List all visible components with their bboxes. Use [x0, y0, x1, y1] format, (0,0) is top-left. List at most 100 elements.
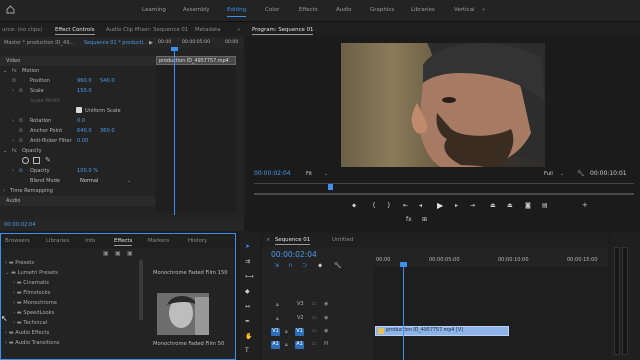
mark-out-icon[interactable]: }: [387, 202, 391, 209]
selection-tool-icon[interactable]: ➤: [245, 243, 250, 250]
workspace-graphics[interactable]: Graphics: [370, 7, 394, 13]
position-y-value[interactable]: 540.0: [100, 78, 115, 84]
comparison-view-icon[interactable]: ▤: [542, 202, 548, 209]
sequence-label[interactable]: Sequence 01 * producti...: [84, 40, 148, 46]
ec-timecode[interactable]: 00:00:02:04: [4, 222, 36, 228]
lift-icon[interactable]: ⏏: [490, 202, 496, 209]
step-forward-icon[interactable]: ▸: [455, 202, 458, 209]
ec-clip-bar[interactable]: production ID_4957757.mp4: [156, 56, 236, 65]
chevron-down-icon[interactable]: ⌄: [3, 148, 7, 154]
ec-playhead-handle[interactable]: [171, 47, 178, 51]
extract-icon[interactable]: ⏏: [507, 202, 513, 209]
uniform-scale-checkbox[interactable]: [76, 107, 82, 113]
source-patch-a1[interactable]: A1: [271, 341, 280, 349]
chevron-down-icon[interactable]: ⌄: [3, 68, 7, 74]
panel-menu-icon[interactable]: »: [237, 27, 240, 33]
ec-playhead[interactable]: [174, 47, 175, 215]
track-select-tool-icon[interactable]: ⇉: [245, 258, 250, 265]
tree-item-speedlooks[interactable]: › ▬ SpeedLooks: [13, 310, 54, 320]
more-workspaces-icon[interactable]: »: [482, 7, 485, 13]
workspace-editing[interactable]: Editing: [227, 7, 247, 17]
slip-tool-icon[interactable]: ↔: [245, 303, 250, 310]
antiflicker-value[interactable]: 0.00: [77, 138, 88, 144]
tree-item-lumetri-presets[interactable]: ⌄ ▬ Lumetri Presets: [5, 270, 58, 280]
close-tab-icon[interactable]: ×: [266, 237, 271, 243]
hand-tool-icon[interactable]: ✋: [245, 333, 252, 340]
track-lock-icon[interactable]: 🔒︎: [276, 302, 279, 308]
tab-sequence-01[interactable]: Sequence 01: [275, 237, 311, 245]
track-a1-name[interactable]: A1: [295, 341, 304, 349]
blend-mode-row[interactable]: Blend Mode Normal ⌄: [0, 176, 155, 186]
tree-item-technical[interactable]: › ▬ Technical: [13, 320, 47, 330]
track-v3-name[interactable]: V3: [297, 301, 304, 307]
expand-chevron-icon[interactable]: ›: [12, 138, 14, 144]
32bit-effects-icon[interactable]: ▣: [115, 250, 121, 257]
motion-row[interactable]: ⌄ fx Motion: [0, 66, 155, 76]
rotation-value[interactable]: 0.0: [77, 118, 85, 124]
timeline-timecode[interactable]: 00:00:02:04: [271, 250, 317, 259]
program-scrub-bar[interactable]: [254, 183, 634, 191]
workspace-libraries[interactable]: Libraries: [411, 7, 435, 13]
tab-effect-controls[interactable]: Effect Controls: [55, 27, 95, 35]
ripple-edit-tool-icon[interactable]: ⟷: [245, 273, 254, 280]
stopwatch-icon[interactable]: ⏲: [19, 168, 23, 175]
linked-selection-icon[interactable]: ⊃: [302, 262, 307, 269]
track-lock-icon[interactable]: 🔒︎: [285, 342, 288, 348]
go-to-in-icon[interactable]: ⇤: [403, 202, 408, 209]
resolution-select[interactable]: Full: [544, 171, 553, 177]
mark-in-icon[interactable]: {: [372, 202, 376, 209]
sync-lock-icon[interactable]: ▭: [312, 341, 317, 347]
tab-info[interactable]: Info: [85, 238, 95, 244]
tab-program[interactable]: Program: Sequence 01: [252, 27, 314, 35]
stopwatch-icon[interactable]: ⏲: [19, 88, 23, 95]
play-icon[interactable]: ▶: [437, 201, 443, 210]
expand-chevron-icon[interactable]: ›: [12, 118, 14, 124]
time-remapping-row[interactable]: › Time Remapping: [0, 186, 155, 196]
workspace-audio[interactable]: Audio: [336, 7, 352, 13]
expand-chevron-icon[interactable]: ›: [12, 168, 14, 174]
source-patch-v1[interactable]: V1: [271, 328, 280, 336]
tab-history[interactable]: History: [188, 238, 207, 244]
tab-untitled[interactable]: Untitled: [332, 237, 353, 243]
chevron-down-icon[interactable]: ⌄: [324, 171, 328, 177]
master-label[interactable]: Master * production ID_49...: [4, 40, 74, 46]
tree-item-audio-transitions[interactable]: › ▬ Audio Transitions: [5, 340, 59, 350]
track-v2-name[interactable]: V2: [297, 315, 304, 321]
timeline-settings-icon[interactable]: 🔧︎: [334, 262, 342, 269]
timeline-ruler[interactable]: 00:00 00:00:05:00 00:00:10:00 00:00:15:0…: [374, 253, 608, 267]
expand-chevron-icon[interactable]: ›: [12, 88, 14, 94]
tree-item-audio-effects[interactable]: › ▬ Audio Effects: [5, 330, 49, 340]
ellipse-mask-icon[interactable]: [22, 157, 29, 164]
chevron-down-icon[interactable]: ⌄: [560, 171, 564, 177]
sync-lock-icon[interactable]: ▭: [312, 315, 317, 321]
stopwatch-icon[interactable]: ⏲: [19, 138, 23, 145]
accelerated-effects-icon[interactable]: ▣: [103, 250, 109, 257]
track-lock-icon[interactable]: 🔒︎: [285, 329, 288, 335]
razor-tool-icon[interactable]: ◆: [245, 288, 250, 295]
scale-value[interactable]: 150.0: [77, 88, 92, 94]
monochrome-preview-thumbnail[interactable]: [157, 293, 209, 335]
sync-lock-icon[interactable]: ▭: [312, 301, 317, 307]
timeline-playhead[interactable]: [403, 263, 404, 360]
stopwatch-icon[interactable]: ⏲: [19, 118, 23, 125]
program-zoom-bar[interactable]: [254, 193, 634, 195]
step-back-icon[interactable]: ◂: [419, 202, 422, 209]
yuv-effects-icon[interactable]: ▣: [127, 250, 133, 257]
tab-metadata[interactable]: Metadata: [195, 27, 221, 33]
eye-icon[interactable]: ◉: [324, 328, 328, 334]
program-video-frame[interactable]: [341, 43, 545, 167]
track-area[interactable]: [374, 267, 608, 360]
fx-toggle-icon[interactable]: fx: [406, 216, 412, 223]
tree-item-filmstocks[interactable]: › ▬ Filmstocks: [13, 290, 50, 300]
workspace-vertical[interactable]: Vertical: [454, 7, 475, 13]
tab-source[interactable]: urce: (no clips): [2, 27, 42, 33]
go-to-out-icon[interactable]: ⇥: [470, 202, 475, 209]
workspace-assembly[interactable]: Assembly: [183, 7, 210, 13]
type-tool-icon[interactable]: T: [245, 347, 249, 354]
track-lock-icon[interactable]: 🔒︎: [276, 316, 279, 322]
eye-icon[interactable]: ◉: [324, 301, 328, 307]
tab-markers[interactable]: Markers: [148, 238, 169, 244]
eye-icon[interactable]: ◉: [324, 315, 328, 321]
play-only-icon[interactable]: ▶: [149, 40, 153, 46]
opacity-value-row[interactable]: › ⏲ Opacity 100.0 %: [0, 166, 155, 176]
